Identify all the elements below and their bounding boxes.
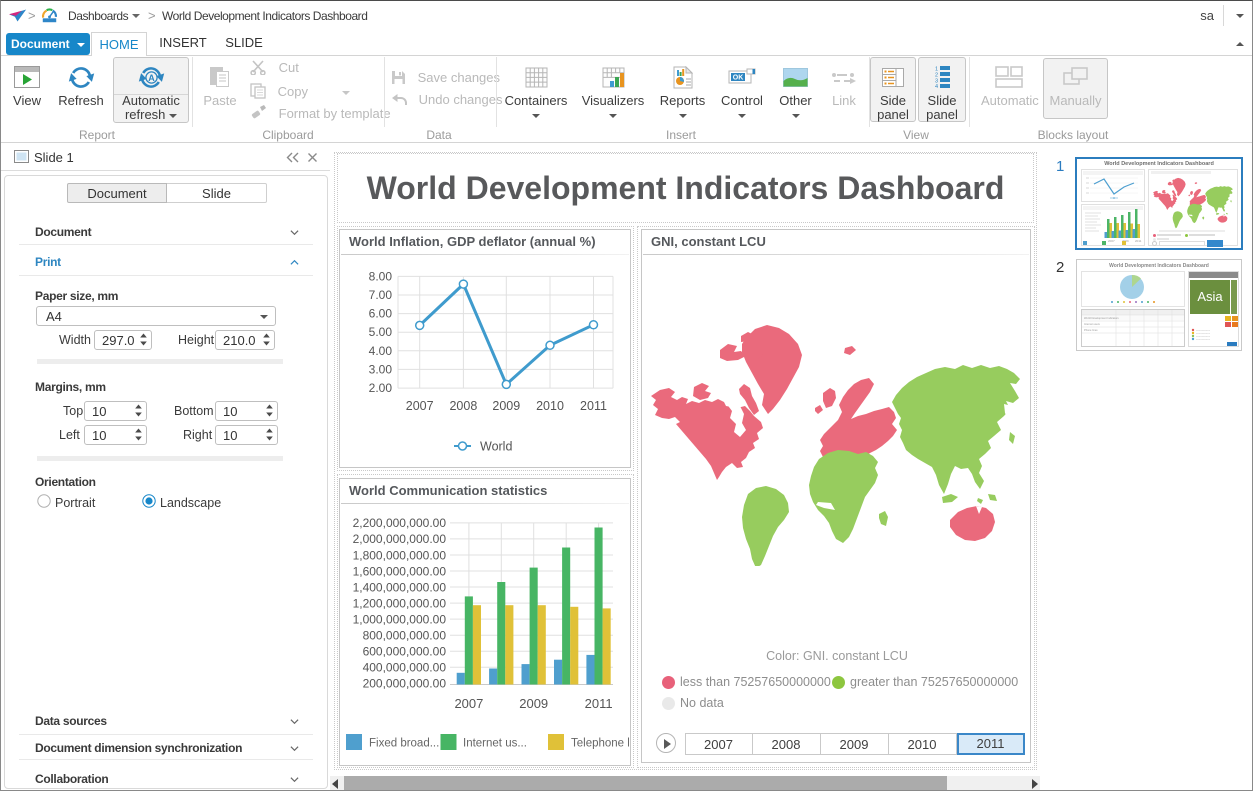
svg-text:3.00: 3.00 [369,362,393,376]
svg-text:2007: 2007 [1108,239,1115,243]
svg-text:A: A [148,73,155,83]
svg-text:7.00: 7.00 [369,288,393,302]
svg-text:2010: 2010 [536,399,564,413]
svg-text:World Development Indicators: World Development Indicators [1084,316,1119,320]
svg-text:1,600,000,000.00: 1,600,000,000.00 [353,564,447,578]
svg-text:Fixed broad...: Fixed broad... [369,738,439,750]
svg-text:2011: 2011 [585,696,613,711]
svg-text:2008: 2008 [449,399,477,413]
svg-text:6.00: 6.00 [369,307,393,321]
svg-text:Internet us...: Internet us... [463,738,527,750]
svg-text:4.00: 4.00 [369,344,393,358]
svg-text:8.00: 8.00 [369,269,393,283]
svg-text:200,000,000.00: 200,000,000.00 [363,677,447,691]
svg-text:Telephone l...: Telephone l... [571,738,629,750]
svg-text:800,000,000.00: 800,000,000.00 [363,629,447,643]
svg-text:World: World [480,440,512,454]
svg-text:1,000,000,000.00: 1,000,000,000.00 [353,613,447,627]
svg-text:Phone lines: Phone lines [1084,328,1098,332]
svg-text:2011: 2011 [1135,239,1142,243]
svg-text:2007: 2007 [454,696,483,711]
svg-text:OK: OK [733,75,744,82]
svg-text:5.00: 5.00 [369,325,393,339]
svg-text:1,200,000,000.00: 1,200,000,000.00 [353,596,447,610]
svg-text:1,800,000,000.00: 1,800,000,000.00 [353,548,447,562]
svg-text:2.00: 2.00 [369,381,393,395]
svg-text:2,000,000,000.00: 2,000,000,000.00 [353,532,447,546]
svg-text:2009: 2009 [492,399,520,413]
svg-text:600,000,000.00: 600,000,000.00 [363,645,447,659]
svg-text:2,200,000,000.00: 2,200,000,000.00 [353,516,447,530]
svg-text:400,000,000.00: 400,000,000.00 [363,661,447,675]
svg-text:2009: 2009 [519,696,548,711]
svg-text:2007: 2007 [406,399,434,413]
svg-text:~~~~~~~~~~: ~~~~~~~~~~ [1196,338,1211,341]
svg-text:1,400,000,000.00: 1,400,000,000.00 [353,580,447,594]
svg-text:2011: 2011 [580,399,607,413]
svg-text:4: 4 [935,84,938,88]
svg-text:Internet users: Internet users [1084,322,1101,326]
